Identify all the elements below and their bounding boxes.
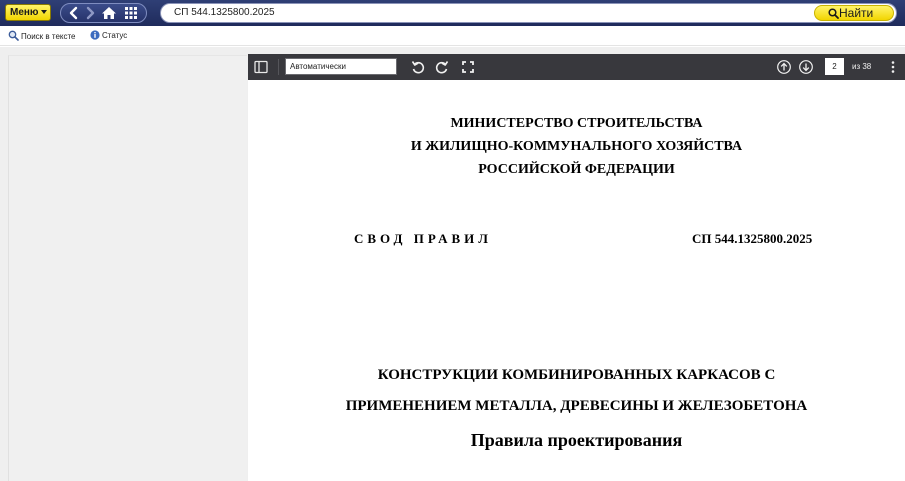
nav-button-group <box>60 3 147 23</box>
pdf-viewer: Автоматически 2 из 38 МИНИСТЕРСТВО СТРОИ… <box>248 54 905 481</box>
fullscreen-icon[interactable] <box>460 59 476 75</box>
apps-grid-icon[interactable] <box>123 5 139 21</box>
work-area: Автоматически 2 из 38 МИНИСТЕРСТВО СТРОИ… <box>0 47 905 481</box>
search-in-text-label: Поиск в тексте <box>21 32 76 41</box>
search-input-value: СП 544.1325800.2025 <box>174 7 275 18</box>
ministry-line: РОССИЙСКОЙ ФЕДЕРАЦИИ <box>478 162 675 177</box>
rotate-left-icon[interactable] <box>410 59 426 75</box>
next-page-icon[interactable] <box>798 59 814 75</box>
svod-label: СВОД ПРАВИЛ <box>354 231 492 246</box>
document-title-line: КОНСТРУКЦИИ КОМБИНИРОВАННЫХ КАРКАСОВ С <box>377 367 776 383</box>
document-page: МИНИСТЕРСТВО СТРОИТЕЛЬСТВА И ЖИЛИЩНО-КОМ… <box>248 80 905 481</box>
top-bar: Меню СП 544.1325800.2025 Найти <box>0 0 905 26</box>
forward-arrow-icon[interactable] <box>83 5 97 21</box>
caret-down-icon <box>41 10 48 14</box>
sidebar-toggle-icon[interactable] <box>253 59 269 75</box>
find-button[interactable]: Найти <box>814 5 894 21</box>
left-panel <box>8 55 247 481</box>
rotate-right-icon[interactable] <box>434 59 450 75</box>
menu-button[interactable]: Меню <box>5 4 51 21</box>
status-label: Статус <box>102 31 128 40</box>
more-options-icon[interactable] <box>885 59 901 75</box>
back-arrow-icon[interactable] <box>67 5 81 21</box>
search-icon <box>828 8 839 19</box>
ministry-heading: МИНИСТЕРСТВО СТРОИТЕЛЬСТВА И ЖИЛИЩНО-КОМ… <box>248 112 905 181</box>
previous-page-icon[interactable] <box>776 59 792 75</box>
menu-label: Меню <box>10 7 39 18</box>
home-icon[interactable] <box>101 5 117 21</box>
toolbar-divider <box>278 59 279 75</box>
document-code: СП 544.1325800.2025 <box>692 231 813 246</box>
pdf-toolbar: Автоматически 2 из 38 <box>248 54 905 80</box>
page-number-input[interactable]: 2 <box>825 58 844 75</box>
ministry-line: МИНИСТЕРСТВО СТРОИТЕЛЬСТВА <box>450 116 703 131</box>
search-in-text-button[interactable]: Поиск в тексте <box>8 30 76 42</box>
document-subtitle: Правила проектирования <box>470 430 683 450</box>
find-button-label: Найти <box>839 6 874 20</box>
document-title-line: ПРИМЕНЕНИЕМ МЕТАЛЛА, ДРЕВЕСИНЫ И ЖЕЛЕЗОБ… <box>345 398 808 414</box>
zoom-select[interactable]: Автоматически <box>285 58 397 75</box>
search-input[interactable]: СП 544.1325800.2025 Найти <box>160 3 897 23</box>
page-total: из 38 <box>852 62 872 71</box>
secondary-toolbar: Поиск в тексте Статус <box>0 26 905 46</box>
info-icon <box>90 30 100 40</box>
status-button[interactable]: Статус <box>90 30 127 42</box>
magnifier-icon <box>8 30 19 41</box>
ministry-line: И ЖИЛИЩНО-КОММУНАЛЬНОГО ХОЗЯЙСТВА <box>410 139 743 154</box>
